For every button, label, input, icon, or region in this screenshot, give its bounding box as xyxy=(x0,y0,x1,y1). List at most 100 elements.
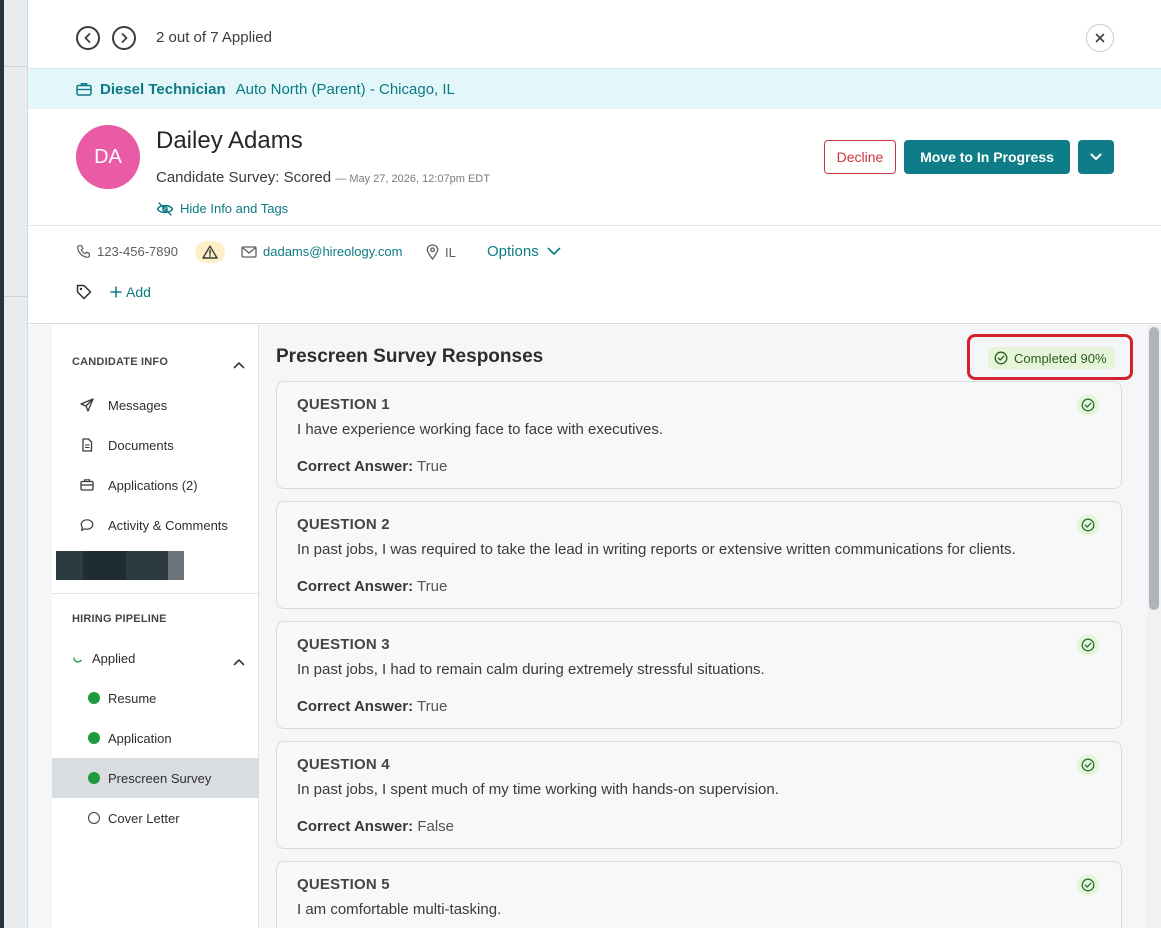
check-circle-icon xyxy=(88,732,100,744)
answer-prefix: Correct Answer: xyxy=(297,818,414,835)
scrollbar[interactable] xyxy=(1147,325,1161,928)
completion-label: Completed 90% xyxy=(1014,350,1107,366)
answer-value: False xyxy=(417,818,454,835)
page-title: Prescreen Survey Responses xyxy=(276,346,544,367)
question-label: QUESTION 3 xyxy=(297,636,390,653)
question-answer: Correct Answer: True xyxy=(297,698,447,715)
check-circle-icon xyxy=(1077,874,1099,896)
question-card: QUESTION 3 In past jobs, I had to remain… xyxy=(276,621,1122,729)
redacted-item xyxy=(56,551,184,580)
more-actions-dropdown-button[interactable] xyxy=(1078,140,1114,174)
candidate-sidebar: CANDIDATE INFO Messages Documents Applic… xyxy=(52,325,259,928)
question-text: I have experience working face to face w… xyxy=(297,421,664,438)
candidate-body: CANDIDATE INFO Messages Documents Applic… xyxy=(28,325,1161,928)
question-label: QUESTION 5 xyxy=(297,876,390,893)
job-location: Auto North (Parent) - Chicago, IL xyxy=(235,80,455,98)
survey-responses-panel: Prescreen Survey Responses Completed 90%… xyxy=(260,325,1161,928)
completion-highlight: Completed 90% xyxy=(967,334,1133,380)
pipeline-step-label: Prescreen Survey xyxy=(108,770,212,786)
question-label: QUESTION 4 xyxy=(297,756,390,773)
status-badge: Completed 90% xyxy=(988,347,1115,369)
sidebar-item-applications[interactable]: Applications (2) xyxy=(52,465,259,505)
tag-icon xyxy=(76,284,92,300)
email-icon xyxy=(241,245,257,258)
pipeline-step-resume[interactable]: Resume xyxy=(52,678,259,718)
pipeline-step-application[interactable]: Application xyxy=(52,718,259,758)
warning-icon xyxy=(202,245,218,259)
briefcase-icon xyxy=(80,479,94,491)
location-info: IL xyxy=(426,244,456,260)
question-answer: Correct Answer: True xyxy=(297,578,447,595)
phone-info: 123-456-7890 xyxy=(76,244,178,259)
hide-info-toggle[interactable]: Hide Info and Tags xyxy=(156,201,288,216)
avatar: DA xyxy=(76,125,140,189)
question-text: In past jobs, I had to remain calm durin… xyxy=(297,661,765,678)
phone-number: 123-456-7890 xyxy=(97,244,178,259)
document-icon xyxy=(82,438,93,452)
eye-slash-icon xyxy=(156,201,174,216)
sidebar-item-messages[interactable]: Messages xyxy=(52,385,259,425)
location-text: IL xyxy=(445,244,456,260)
answer-value: True xyxy=(417,698,448,715)
phone-warning-badge[interactable] xyxy=(195,241,225,263)
job-banner: Diesel Technician Auto North (Parent) - … xyxy=(28,69,1161,109)
question-answer: Correct Answer: False xyxy=(297,818,454,835)
options-dropdown[interactable]: Options xyxy=(487,243,561,260)
question-label: QUESTION 2 xyxy=(297,516,390,533)
status-timestamp: — May 27, 2026, 12:07pm EDT xyxy=(335,173,490,185)
answer-value: True xyxy=(417,458,448,475)
comment-icon xyxy=(80,519,94,531)
check-circle-icon xyxy=(1077,394,1099,416)
candidate-header: DA Dailey Adams Candidate Survey: Scored… xyxy=(28,109,1161,226)
chevron-down-icon xyxy=(1090,153,1102,160)
pipeline-step-label: Resume xyxy=(108,690,157,706)
question-card: QUESTION 1 I have experience working fac… xyxy=(276,381,1122,489)
question-card: QUESTION 4 In past jobs, I spent much of… xyxy=(276,741,1122,849)
status-text: Candidate Survey: Scored xyxy=(156,169,332,186)
job-title-link[interactable]: Diesel Technician xyxy=(100,81,226,98)
question-text: In past jobs, I spent much of my time wo… xyxy=(297,781,779,798)
add-tag-label: Add xyxy=(126,284,151,300)
close-button[interactable] xyxy=(1086,24,1114,52)
move-to-in-progress-button[interactable]: Move to In Progress xyxy=(904,140,1070,174)
question-answer: Correct Answer: True xyxy=(297,458,447,475)
question-card: QUESTION 5 I am comfortable multi-taskin… xyxy=(276,861,1122,928)
pipeline-stage-applied[interactable]: Applied xyxy=(52,638,259,678)
email-info: dadams@hireology.com xyxy=(241,244,402,259)
options-label: Options xyxy=(487,243,539,260)
location-pin-icon xyxy=(426,244,439,260)
sidebar-item-activity-comments[interactable]: Activity & Comments xyxy=(52,505,259,545)
scrollbar-thumb[interactable] xyxy=(1149,327,1159,610)
collapse-applied-button[interactable] xyxy=(233,653,245,671)
candidate-status: Candidate Survey: Scored — May 27, 2026,… xyxy=(156,169,490,186)
tags-row: Add xyxy=(76,284,151,300)
previous-candidate-button[interactable] xyxy=(76,26,100,50)
answer-value: True xyxy=(417,578,448,595)
pipeline-step-label: Application xyxy=(108,730,172,746)
sidebar-item-label: Messages xyxy=(108,397,168,413)
chevron-left-icon xyxy=(84,33,91,43)
question-text: In past jobs, I was required to take the… xyxy=(297,541,1016,558)
sidebar-item-documents[interactable]: Documents xyxy=(52,425,259,465)
plus-icon xyxy=(110,286,122,298)
chevron-up-icon xyxy=(233,659,245,666)
drawer-top-nav: 2 out of 7 Applied xyxy=(28,0,1161,69)
contact-info-row: 123-456-7890 dadams@hireology.com IL Opt… xyxy=(28,226,1161,324)
briefcase-icon xyxy=(76,83,92,96)
next-candidate-button[interactable] xyxy=(112,26,136,50)
pipeline-step-prescreen-survey[interactable]: Prescreen Survey xyxy=(52,758,259,798)
sidebar-item-label: Documents xyxy=(108,437,174,453)
candidate-name: Dailey Adams xyxy=(156,127,303,154)
check-circle-icon xyxy=(1077,754,1099,776)
close-icon xyxy=(1095,33,1105,43)
decline-button[interactable]: Decline xyxy=(824,140,896,174)
phone-icon xyxy=(77,245,90,258)
email-link[interactable]: dadams@hireology.com xyxy=(263,244,402,259)
collapse-candidate-info-button[interactable] xyxy=(233,356,245,374)
answer-prefix: Correct Answer: xyxy=(297,698,414,715)
pipeline-step-cover-letter[interactable]: Cover Letter xyxy=(52,798,259,838)
add-tag-button[interactable]: Add xyxy=(110,284,151,300)
empty-circle-icon xyxy=(88,812,100,824)
check-circle-icon xyxy=(994,351,1008,365)
chevron-up-icon xyxy=(233,362,245,369)
